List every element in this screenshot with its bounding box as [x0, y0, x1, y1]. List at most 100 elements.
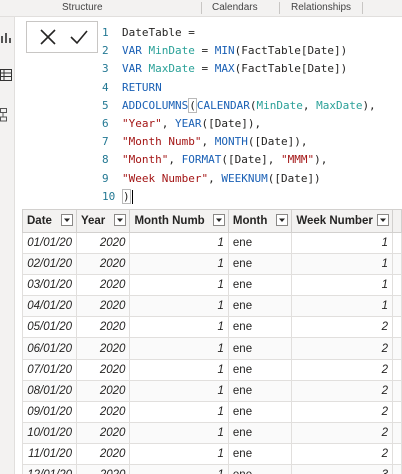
- table-row[interactable]: 08/01/20 2020 1 ene 2: [22, 379, 402, 402]
- line-number: 10: [102, 189, 116, 203]
- table-cell[interactable]: 2: [291, 421, 393, 444]
- table-cell[interactable]: 1: [291, 231, 393, 255]
- table-cell[interactable]: 12/01/20: [22, 464, 77, 474]
- table-cell[interactable]: 06/01/20: [22, 337, 77, 360]
- table-cell[interactable]: ene: [227, 316, 293, 339]
- code-token: ([Date]): [267, 171, 321, 185]
- table-header-row: Date Year Month Numb Month Week Number: [22, 209, 402, 233]
- table-cell[interactable]: 03/01/20: [22, 274, 77, 297]
- table-cell[interactable]: 2: [291, 442, 393, 466]
- table-cell[interactable]: ene: [227, 253, 293, 276]
- table-cell[interactable]: 1: [129, 358, 229, 381]
- filter-dropdown-icon[interactable]: [212, 214, 225, 226]
- table-cell[interactable]: 1: [129, 379, 229, 402]
- column-header-week-number[interactable]: Week Number: [291, 209, 393, 233]
- table-cell[interactable]: 10/01/20: [22, 421, 77, 444]
- table-cell[interactable]: 1: [291, 274, 393, 297]
- table-cell[interactable]: 1: [291, 253, 393, 276]
- table-cell[interactable]: 1: [129, 464, 229, 474]
- table-cell[interactable]: 11/01/20: [22, 442, 77, 466]
- table-cell[interactable]: 2: [291, 316, 393, 339]
- table-cell[interactable]: 1: [129, 337, 229, 360]
- table-cell[interactable]: 2020: [75, 421, 131, 444]
- check-icon[interactable]: [69, 28, 89, 46]
- column-header-month[interactable]: Month: [227, 209, 293, 233]
- code-token: VAR: [122, 44, 149, 58]
- filter-dropdown-icon[interactable]: [376, 214, 389, 226]
- table-cell[interactable]: 1: [129, 421, 229, 444]
- column-header-label: Month Numb: [134, 215, 205, 227]
- table-cell[interactable]: 1: [129, 442, 229, 466]
- table-cell-overflow: [391, 379, 402, 402]
- table-cell[interactable]: 2020: [75, 274, 131, 297]
- table-cell[interactable]: 09/01/20: [22, 400, 77, 423]
- table-cell[interactable]: ene: [227, 358, 293, 381]
- filter-dropdown-icon[interactable]: [114, 214, 127, 226]
- column-header-month-numb[interactable]: Month Numb: [129, 209, 229, 233]
- table-cell[interactable]: 07/01/20: [22, 358, 77, 381]
- code-token: FORMAT: [181, 153, 222, 167]
- table-cell[interactable]: ene: [227, 274, 293, 297]
- table-cell[interactable]: 1: [129, 253, 229, 276]
- table-row[interactable]: 05/01/20 2020 1 ene 2: [22, 316, 402, 339]
- table-cell[interactable]: 2020: [75, 253, 131, 276]
- table-cell[interactable]: 2020: [75, 442, 131, 466]
- table-cell[interactable]: ene: [227, 379, 293, 402]
- table-cell[interactable]: 1: [291, 295, 393, 318]
- table-cell[interactable]: 2020: [75, 231, 131, 255]
- table-cell[interactable]: 1: [129, 316, 229, 339]
- table-cell[interactable]: 2: [291, 400, 393, 423]
- table-row[interactable]: 03/01/20 2020 1 ene 1: [22, 274, 402, 297]
- table-row[interactable]: 10/01/20 2020 1 ene 2: [22, 421, 402, 444]
- close-icon[interactable]: [39, 28, 57, 46]
- table-cell[interactable]: 08/01/20: [22, 379, 77, 402]
- table-row[interactable]: 04/01/20 2020 1 ene 1: [22, 295, 402, 318]
- report-view-icon[interactable]: [0, 29, 12, 43]
- table-cell[interactable]: 1: [129, 400, 229, 423]
- table-cell[interactable]: ene: [227, 231, 293, 255]
- table-cell[interactable]: ene: [227, 400, 293, 423]
- table-cell[interactable]: ene: [227, 337, 293, 360]
- data-view-icon[interactable]: [0, 67, 12, 81]
- table-cell[interactable]: 2020: [75, 337, 131, 360]
- table-cell[interactable]: 02/01/20: [22, 253, 77, 276]
- table-cell[interactable]: 04/01/20: [22, 295, 77, 318]
- table-cell[interactable]: 1: [129, 295, 229, 318]
- table-cell[interactable]: ene: [227, 421, 293, 444]
- code-token: ADDCOLUMNS: [122, 98, 189, 112]
- table-cell[interactable]: 2020: [75, 379, 131, 402]
- table-row[interactable]: 11/01/20 2020 1 ene 2: [22, 442, 402, 466]
- table-row[interactable]: 12/01/2020201ene3: [22, 464, 402, 474]
- table-cell[interactable]: ene: [227, 442, 293, 466]
- ribbon-divider: [201, 2, 202, 14]
- table-cell[interactable]: 2: [291, 379, 393, 402]
- dax-formula-editor[interactable]: 1 DateTable = 2 VAR MinDate = MIN(FactTabl…: [102, 24, 402, 206]
- filter-dropdown-icon[interactable]: [276, 214, 289, 226]
- table-cell[interactable]: 2020: [75, 295, 131, 318]
- column-header-year[interactable]: Year: [75, 209, 131, 233]
- table-cell[interactable]: ene: [227, 464, 293, 474]
- table-row[interactable]: 09/01/20 2020 1 ene 2: [22, 400, 402, 423]
- table-row[interactable]: 02/01/20 2020 1 ene 1: [22, 253, 402, 276]
- table-cell[interactable]: 2020: [75, 464, 131, 474]
- table-row[interactable]: 07/01/20 2020 1 ene 2: [22, 358, 402, 381]
- table-cell[interactable]: 01/01/20: [22, 231, 77, 255]
- code-token: WEEKNUM: [221, 171, 268, 185]
- table-row[interactable]: 06/01/20 2020 1 ene 2: [22, 337, 402, 360]
- table-cell[interactable]: 1: [129, 231, 229, 255]
- table-row[interactable]: 01/01/20 2020 1 ene 1: [22, 231, 402, 255]
- filter-dropdown-icon[interactable]: [60, 214, 73, 226]
- table-cell[interactable]: 3: [291, 464, 393, 474]
- table-cell[interactable]: 2: [291, 358, 393, 381]
- table-cell[interactable]: 2020: [75, 316, 131, 339]
- table-cell[interactable]: 2020: [75, 358, 131, 381]
- table-cell[interactable]: 2020: [75, 400, 131, 423]
- column-header-date[interactable]: Date: [22, 209, 77, 233]
- model-view-icon[interactable]: [0, 107, 12, 122]
- table-cell[interactable]: 05/01/20: [22, 316, 77, 339]
- view-rail: [0, 17, 15, 474]
- table-cell[interactable]: 2: [291, 337, 393, 360]
- table-cell[interactable]: 1: [129, 274, 229, 297]
- table-cell[interactable]: ene: [227, 295, 293, 318]
- code-token: ,: [168, 153, 182, 167]
